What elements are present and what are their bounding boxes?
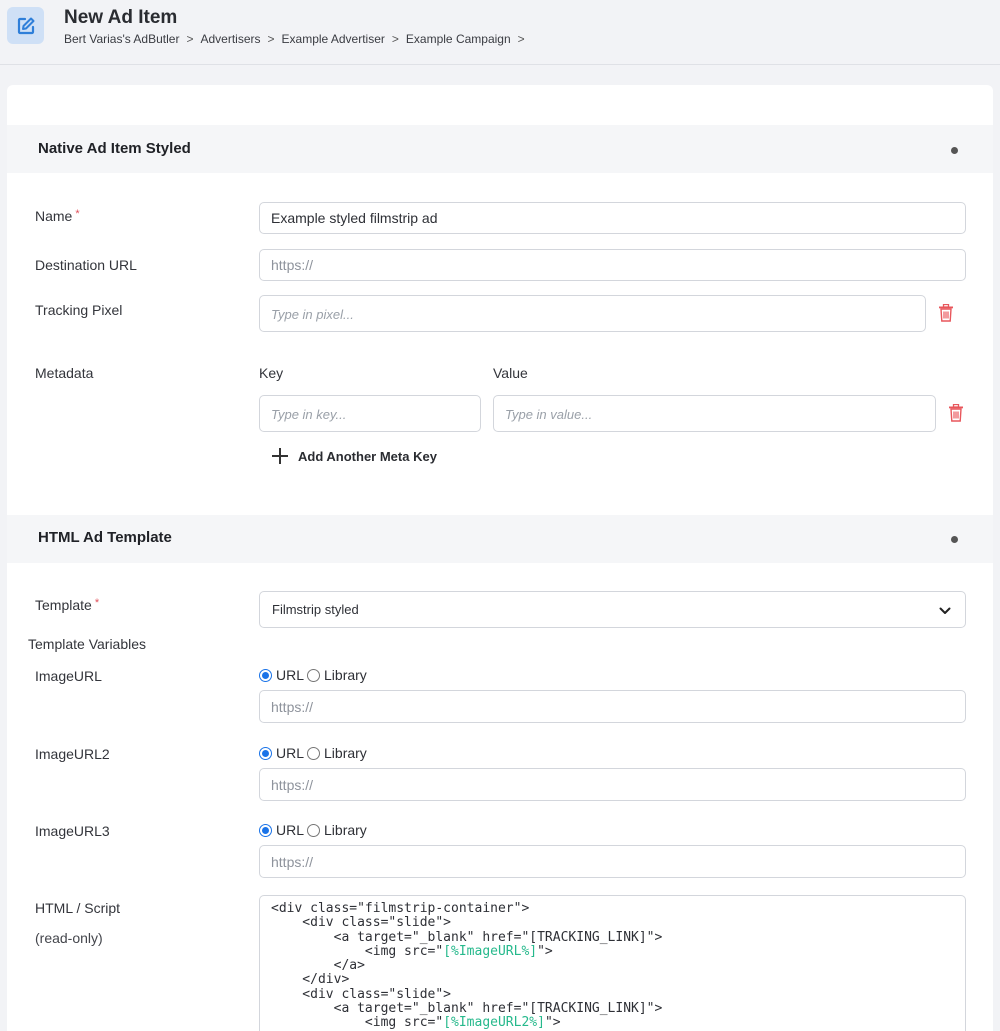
code-line: <div class="slide"> [271,915,452,931]
required-mark: * [94,597,100,609]
variable-label: ImageURL2 [35,746,110,762]
breadcrumb-separator: > [186,32,194,46]
add-meta-key-button[interactable]: Add Another Meta Key [271,447,437,465]
native-section-header[interactable]: Native Ad Item Styled [7,125,993,173]
variable-label: ImageURL [35,668,102,684]
code-line: <a target="_blank" href="[TRACKING_LINK]… [271,1001,663,1017]
breadcrumb-item-campaign[interactable]: Example Campaign [406,32,511,46]
edit-icon [7,7,44,44]
template-select[interactable]: Filmstrip styled [259,591,966,628]
template-variables-label: Template Variables [28,636,147,652]
code-line: <img src="[%ImageURL2%]"> [271,1015,561,1031]
radio-url[interactable] [259,746,272,760]
destination-url-input[interactable] [259,249,966,281]
tracking-pixel-label: Tracking Pixel [35,302,123,318]
breadcrumb-separator: > [517,32,525,46]
radio-library-label: Library [324,667,367,683]
breadcrumb-item-advertiser[interactable]: Example Advertiser [282,32,385,46]
radio-url-label: URL [276,745,305,761]
code-line: <img src="[%ImageURL%]"> [271,943,553,959]
radio-url[interactable] [259,668,272,682]
destination-url-label: Destination URL [35,257,137,273]
code-line: </a> [271,958,365,974]
tracking-pixel-input[interactable] [259,295,926,332]
section-title: Native Ad Item Styled [38,140,191,157]
add-meta-key-label: Add Another Meta Key [298,448,437,464]
image-url-2-input[interactable] [259,768,966,801]
code-line: <a target="_blank" href="[TRACKING_LINK]… [271,929,663,945]
radio-url-label: URL [276,667,305,683]
image-url-input[interactable] [259,690,966,723]
key-column-header: Key [259,365,284,381]
radio-library[interactable] [307,823,321,837]
collapse-toggle-icon[interactable] [951,536,958,543]
variable-label: ImageURL3 [35,823,110,839]
template-variable-token: [%ImageURL%] [443,943,538,959]
trash-icon[interactable] [938,303,954,322]
value-column-header: Value [493,365,528,381]
radio-library[interactable] [307,668,321,682]
metadata-value-input[interactable] [493,395,936,432]
code-line: <div class="filmstrip-container"> [271,901,530,916]
template-label: Template * [35,597,100,613]
radio-library-label: Library [324,822,367,838]
radio-library-label: Library [324,745,367,761]
html-script-label: HTML / Script [35,900,121,916]
read-only-label: (read-only) [35,930,103,946]
html-section-header[interactable]: HTML Ad Template [7,515,993,563]
chevron-down-icon [939,604,951,620]
code-line: <div class="slide"> [271,986,452,1002]
source-radio-group: URL Library [259,667,370,683]
page-title: New Ad Item [64,7,178,28]
name-input[interactable] [259,202,966,234]
required-mark: * [75,208,80,220]
source-radio-group: URL Library [259,822,370,838]
breadcrumb: Bert Varias's AdButler > Advertisers > E… [64,32,532,46]
source-radio-group: URL Library [259,745,370,761]
breadcrumb-separator: > [267,32,275,46]
ad-item-form: Native Ad Item Styled Name* Destination … [7,85,993,1031]
breadcrumb-item-advertisers[interactable]: Advertisers [200,32,260,46]
template-selected-value: Filmstrip styled [272,602,359,617]
top-bar: New Ad Item Bert Varias's AdButler > Adv… [0,0,1000,65]
plus-icon [271,447,289,465]
breadcrumb-separator: > [391,32,399,46]
trash-icon[interactable] [948,403,964,422]
breadcrumb-item-account[interactable]: Bert Varias's AdButler [64,32,179,46]
image-url-3-input[interactable] [259,845,966,878]
radio-library[interactable] [307,746,321,760]
metadata-label: Metadata [35,365,94,381]
code-line: </div> [271,972,350,988]
template-variable-token: [%ImageURL2%] [443,1015,545,1031]
radio-url-label: URL [276,822,305,838]
radio-url[interactable] [259,823,272,837]
metadata-key-input[interactable] [259,395,481,432]
name-label: Name * [35,208,80,224]
collapse-toggle-icon[interactable] [951,147,958,154]
html-script-code[interactable]: <div class="filmstrip-container"> <div c… [259,895,966,1031]
section-title: HTML Ad Template [38,529,172,546]
